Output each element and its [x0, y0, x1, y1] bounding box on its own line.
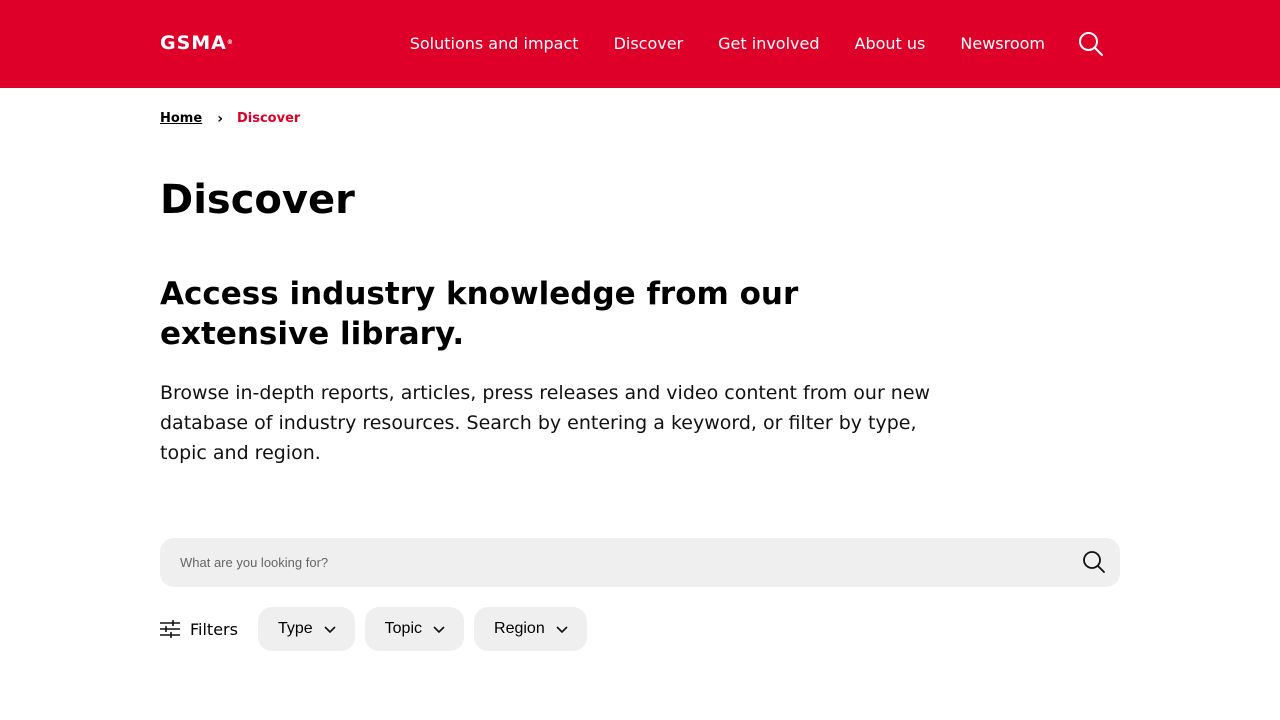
search-submit-icon[interactable] — [1082, 550, 1106, 574]
search-icon[interactable] — [1078, 31, 1104, 57]
sliders-icon — [160, 620, 180, 638]
logo-text: GSMA — [160, 32, 227, 54]
chevron-down-icon — [433, 626, 445, 634]
region-dropdown-label: Region — [494, 620, 545, 637]
nav-solutions-and-impact[interactable]: Solutions and impact — [410, 33, 579, 55]
search-bar — [160, 538, 1120, 587]
search-input[interactable] — [180, 538, 1060, 587]
nav-get-involved[interactable]: Get involved — [718, 33, 819, 55]
region-dropdown[interactable]: Region — [474, 607, 587, 651]
nav-discover[interactable]: Discover — [614, 33, 684, 55]
chevron-down-icon — [556, 626, 568, 634]
site-header: GSMA® Solutions and impact Discover Get … — [0, 0, 1280, 88]
chevron-down-icon — [324, 626, 336, 634]
breadcrumb-home[interactable]: Home — [160, 110, 202, 128]
gsma-logo[interactable]: GSMA® — [160, 32, 234, 54]
page-title: Discover — [160, 177, 355, 223]
breadcrumb-current: Discover — [236, 111, 301, 126]
breadcrumb-separator: › — [217, 111, 223, 127]
type-dropdown[interactable]: Type — [257, 607, 355, 651]
filters-row: Filters Type Topic Region — [160, 607, 597, 651]
main-nav: Solutions and impact Discover Get involv… — [410, 33, 1045, 55]
filters-label: Filters — [190, 619, 238, 639]
breadcrumb: Home › Discover — [160, 110, 300, 128]
section-heading: Access industry knowledge from our exten… — [160, 276, 799, 352]
nav-newsroom[interactable]: Newsroom — [960, 33, 1045, 55]
nav-about-us[interactable]: About us — [855, 33, 926, 55]
topic-dropdown[interactable]: Topic — [364, 607, 465, 651]
topic-dropdown-label: Topic — [384, 620, 423, 637]
intro-text: Browse in-depth reports, articles, press… — [160, 382, 931, 464]
type-dropdown-label: Type — [277, 620, 313, 637]
filters-button[interactable]: Filters — [160, 619, 238, 639]
